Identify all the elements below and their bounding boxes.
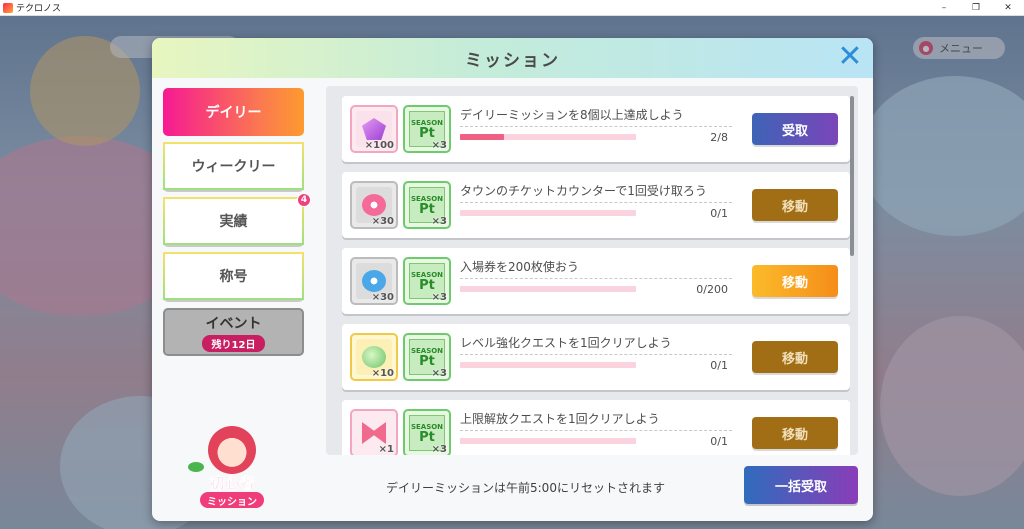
mission-row: ×30 SEASON Pt ×3 入場券を200枚使おう 0/200 移動 — [342, 248, 850, 314]
progress-bar — [460, 134, 636, 140]
tab-weekly[interactable]: ウィークリー — [163, 142, 304, 190]
window-close-button[interactable]: ✕ — [992, 0, 1024, 16]
ribbon-icon — [362, 422, 386, 444]
reward-quantity: ×30 — [371, 216, 394, 227]
move-button[interactable]: 移動 — [752, 341, 838, 373]
season-pt-label: Pt — [419, 429, 435, 445]
reward-quantity: ×3 — [431, 140, 447, 151]
character-avatar — [208, 426, 256, 474]
season-pt-label: Pt — [419, 277, 435, 293]
divider — [460, 126, 732, 127]
reward-item: ×1 — [350, 409, 398, 455]
tab-label: 称号 — [219, 269, 248, 285]
window-titlebar: テクロノス – ❐ ✕ — [0, 0, 1024, 16]
app-icon — [3, 2, 13, 13]
progress-count: 0/1 — [710, 207, 728, 220]
divider — [460, 202, 732, 203]
scrollbar[interactable] — [850, 96, 854, 256]
move-button[interactable]: 移動 — [752, 189, 838, 221]
progress-bar — [460, 286, 636, 292]
progress-count: 0/1 — [710, 435, 728, 448]
dialog-header: ミッション — [152, 38, 873, 78]
divider — [460, 430, 732, 431]
window-title: テクロノス — [16, 4, 62, 14]
tab-titles[interactable]: 称号 — [163, 252, 304, 300]
bulk-receive-button[interactable]: 一括受取 — [744, 466, 858, 504]
purple-gem-icon — [362, 118, 386, 140]
tab-label: デイリー — [205, 105, 262, 121]
tab-achievements[interactable]: 実績 — [163, 197, 304, 245]
maximize-button[interactable]: ❐ — [960, 0, 992, 16]
season-points-reward: SEASON Pt ×3 — [403, 181, 451, 229]
dialog-title: ミッション — [465, 50, 560, 71]
reward-item: ×100 — [350, 105, 398, 153]
window-controls: – ❐ ✕ — [928, 0, 1024, 16]
progress-fill — [460, 134, 504, 140]
reward-quantity: ×3 — [431, 216, 447, 227]
tab-event[interactable]: イベント 残り12日 — [163, 308, 304, 356]
season-pt-label: Pt — [419, 201, 435, 217]
tab-label: イベント — [205, 315, 262, 332]
tab-label: ウィークリー — [191, 159, 276, 175]
progress-bar — [460, 210, 636, 216]
pink-flower-icon — [362, 194, 386, 216]
reward-quantity: ×30 — [371, 292, 394, 303]
beginner-label: 初心者 — [209, 474, 255, 492]
event-remaining-badge: 残り12日 — [201, 334, 266, 352]
reward-item: ×30 — [350, 181, 398, 229]
reward-item: ×10 — [350, 333, 398, 381]
progress-count: 0/1 — [710, 359, 728, 372]
season-points-reward: SEASON Pt ×3 — [403, 409, 451, 455]
reward-quantity: ×1 — [378, 444, 394, 455]
mission-title: 上限解放クエストを1回クリアしよう — [460, 412, 660, 426]
divider — [460, 354, 732, 355]
minimize-button[interactable]: – — [928, 0, 960, 16]
mission-list[interactable]: ×100 SEASON Pt ×3 デイリーミッションを8個以上達成しよう 2/… — [326, 86, 858, 455]
mission-row: ×10 SEASON Pt ×3 レベル強化クエストを1回クリアしよう 0/1 … — [342, 324, 850, 390]
receive-button[interactable]: 受取 — [752, 113, 838, 145]
beginner-mission-button[interactable]: 初心者 ミッション — [186, 426, 278, 508]
mission-dialog: ミッション ✕ デイリー ウィークリー 実績 4 称号 イベント 残り12日 初… — [152, 38, 873, 521]
reward-quantity: ×100 — [364, 140, 394, 151]
reward-quantity: ×3 — [431, 368, 447, 379]
season-points-reward: SEASON Pt ×3 — [403, 105, 451, 153]
mission-row: ×100 SEASON Pt ×3 デイリーミッションを8個以上達成しよう 2/… — [342, 96, 850, 162]
mission-title: デイリーミッションを8個以上達成しよう — [460, 108, 684, 122]
move-button[interactable]: 移動 — [752, 417, 838, 449]
progress-count: 2/8 — [710, 131, 728, 144]
reward-quantity: ×10 — [371, 368, 394, 379]
mission-title: タウンのチケットカウンターで1回受け取ろう — [460, 184, 707, 198]
mission-title: 入場券を200枚使おう — [460, 260, 579, 274]
blue-flower-icon — [362, 270, 386, 292]
leaf-icon — [188, 462, 204, 472]
mission-label: ミッション — [200, 492, 264, 508]
progress-bar — [460, 362, 636, 368]
tab-label: 実績 — [219, 214, 248, 230]
reward-quantity: ×3 — [431, 292, 447, 303]
season-points-reward: SEASON Pt ×3 — [403, 257, 451, 305]
reward-item: ×30 — [350, 257, 398, 305]
close-icon[interactable]: ✕ — [836, 42, 864, 72]
divider — [460, 278, 732, 279]
reward-quantity: ×3 — [431, 444, 447, 455]
mission-row: ×1 SEASON Pt ×3 上限解放クエストを1回クリアしよう 0/1 移動 — [342, 400, 850, 455]
season-points-reward: SEASON Pt ×3 — [403, 333, 451, 381]
season-pt-label: Pt — [419, 353, 435, 369]
progress-bar — [460, 438, 636, 444]
progress-count: 0/200 — [696, 283, 728, 296]
reset-notice: デイリーミッションは午前5:00にリセットされます — [386, 481, 665, 495]
green-orb-icon — [362, 346, 386, 368]
mission-row: ×30 SEASON Pt ×3 タウンのチケットカウンターで1回受け取ろう 0… — [342, 172, 850, 238]
move-button[interactable]: 移動 — [752, 265, 838, 297]
achievements-count-badge: 4 — [297, 193, 311, 207]
tab-daily[interactable]: デイリー — [163, 88, 304, 136]
season-pt-label: Pt — [419, 125, 435, 141]
mission-title: レベル強化クエストを1回クリアしよう — [460, 336, 672, 350]
